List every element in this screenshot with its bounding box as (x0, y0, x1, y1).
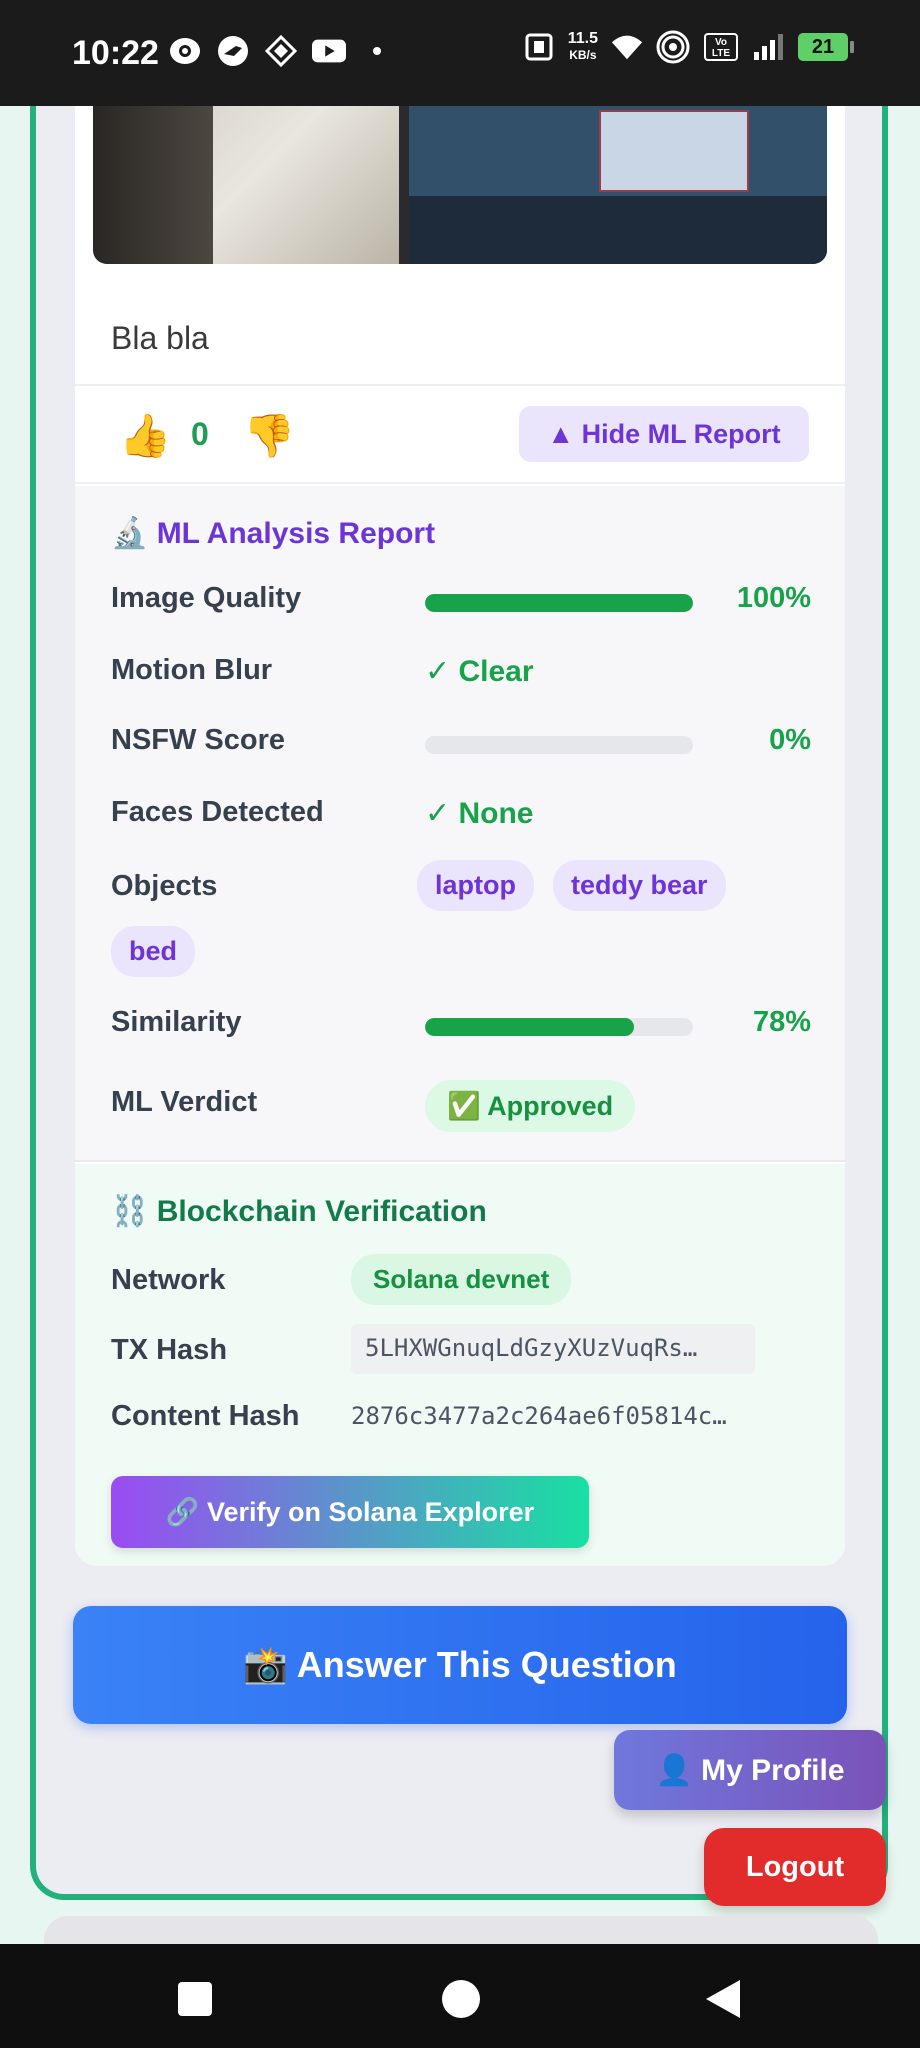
ml-verdict-row: ML Verdict ✅ Approved (111, 1080, 811, 1132)
vote-bar: 👍 0 👎 ▲ Hide ML Report (75, 388, 845, 484)
similarity-fill (425, 1018, 635, 1036)
image-quality-row: Image Quality 100% (111, 582, 811, 622)
network-label: Network (111, 1264, 226, 1296)
hotspot-icon (656, 30, 690, 64)
ml-analysis-report: 🔬 ML Analysis Report Image Quality 100% … (75, 486, 845, 1162)
net-speed-value: 11.5 (567, 30, 598, 47)
system-nav-bar (0, 1944, 920, 2048)
nfc-icon (522, 30, 556, 64)
faces-detected-value: ✓ None (425, 797, 534, 830)
image-quality-fill (425, 594, 693, 612)
volte-icon: Vo LTE (702, 30, 740, 64)
objects-label: Objects (111, 870, 218, 902)
content-hash-row: Content Hash 2876c3477a2c264ae6f05814c… (111, 1396, 811, 1442)
next-card-peek (44, 1916, 878, 1944)
thumbs-up-icon[interactable]: 👍 (119, 412, 171, 461)
status-bar: 10:22 11.5 KB/s Vo LTE 21 (0, 0, 920, 106)
network-badge: Solana devnet (351, 1254, 572, 1305)
notification-icons (168, 34, 394, 68)
object-chip: laptop (417, 860, 534, 911)
nsfw-score-label: NSFW Score (111, 724, 286, 756)
home-icon[interactable] (442, 1980, 480, 2018)
tx-hash-label: TX Hash (111, 1334, 228, 1366)
similarity-bar (425, 1018, 693, 1036)
net-speed: 11.5 KB/s (568, 31, 598, 63)
answer-photo[interactable] (93, 106, 827, 264)
motion-blur-label: Motion Blur (111, 654, 273, 686)
recents-icon[interactable] (178, 1982, 212, 2016)
youtube-icon (312, 34, 346, 68)
objects-row: Objects laptop teddy bear (111, 860, 811, 911)
nsfw-score-bar (425, 736, 693, 754)
photo-panel (409, 196, 827, 264)
tx-hash-row: TX Hash 5LHXWGnuqLdGzyXUzVuqRs… (111, 1324, 811, 1376)
image-quality-label: Image Quality (111, 582, 302, 614)
nsfw-score-value: 0% (769, 724, 811, 756)
page-content[interactable]: Bla bla 👍 0 👎 ▲ Hide ML Report 🔬 ML Anal… (0, 106, 920, 1944)
verify-solana-explorer-button[interactable]: 🔗 Verify on Solana Explorer (111, 1476, 589, 1548)
logout-button[interactable]: Logout (704, 1828, 886, 1906)
net-speed-unit: KB/s (569, 48, 597, 62)
answer-caption: Bla bla (75, 282, 845, 386)
hide-ml-report-button[interactable]: ▲ Hide ML Report (519, 406, 809, 462)
image-quality-value: 100% (736, 582, 811, 614)
photo-monitor-area (409, 106, 827, 264)
volte-label: Vo LTE (704, 33, 738, 61)
faces-detected-row: Faces Detected ✓ None (111, 796, 811, 836)
signal-icon (752, 30, 786, 64)
image-quality-bar (425, 594, 693, 612)
battery-indicator: 21 (798, 33, 854, 61)
network-row: Network Solana devnet (111, 1254, 811, 1306)
back-icon[interactable] (706, 1980, 740, 2018)
photo-shadow-area (93, 106, 213, 264)
objects-row-wrap: bed (111, 926, 811, 977)
more-dot-icon (360, 34, 394, 68)
answer-card: Bla bla 👍 0 👎 ▲ Hide ML Report 🔬 ML Anal… (75, 106, 845, 1566)
wifi-icon (610, 30, 644, 64)
content-hash-value: 2876c3477a2c264ae6f05814c… (351, 1402, 727, 1430)
my-profile-button[interactable]: 👤 My Profile (614, 1730, 886, 1810)
motion-blur-value: ✓ Clear (425, 655, 534, 688)
diamond-app-icon (264, 34, 298, 68)
system-icons: 11.5 KB/s Vo LTE 21 (522, 30, 854, 64)
nsfw-score-row: NSFW Score 0% (111, 724, 811, 764)
ml-verdict-badge: ✅ Approved (425, 1080, 636, 1132)
answer-question-button[interactable]: 📸 Answer This Question (73, 1606, 847, 1724)
bird-app-icon (216, 34, 250, 68)
blockchain-title: ⛓️ Blockchain Verification (111, 1195, 487, 1228)
status-time: 10:22 (72, 34, 159, 72)
battery-level: 21 (811, 35, 835, 58)
ml-verdict-label: ML Verdict (111, 1086, 258, 1118)
similarity-value: 78% (752, 1006, 811, 1038)
photo-window (599, 110, 749, 192)
similarity-row: Similarity 78% (111, 1006, 811, 1046)
motion-blur-row: Motion Blur ✓ Clear (111, 654, 811, 694)
vote-count: 0 (191, 416, 209, 452)
content-hash-label: Content Hash (111, 1400, 300, 1432)
tx-hash-value[interactable]: 5LHXWGnuqLdGzyXUzVuqRs… (351, 1324, 755, 1374)
faces-detected-label: Faces Detected (111, 796, 324, 828)
similarity-label: Similarity (111, 1006, 242, 1038)
ml-report-title: 🔬 ML Analysis Report (111, 517, 436, 550)
object-chip: bed (111, 926, 196, 977)
eye-icon (168, 34, 202, 68)
thumbs-down-icon[interactable]: 👎 (243, 412, 295, 461)
object-chip: teddy bear (553, 860, 726, 911)
blockchain-verification: ⛓️ Blockchain Verification Network Solan… (75, 1164, 845, 1566)
